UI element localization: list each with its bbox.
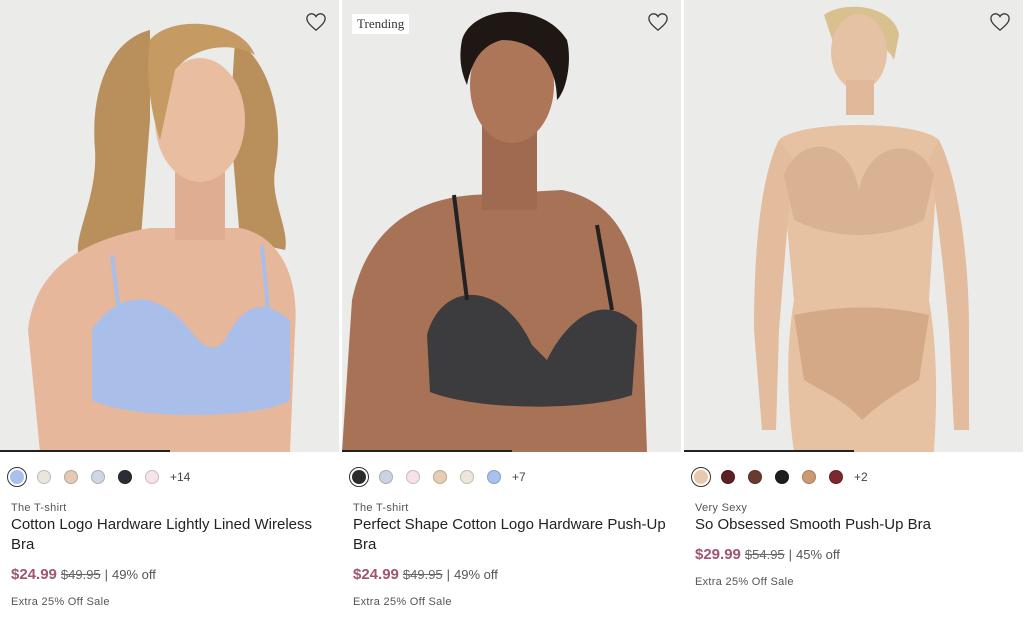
color-swatch[interactable] [349,467,369,487]
color-swatch[interactable] [118,470,132,484]
product-image[interactable] [684,0,1023,452]
more-colors-link[interactable]: +2 [854,470,868,484]
product-name[interactable]: Cotton Logo Hardware Lightly Lined Wirel… [11,515,329,555]
color-swatch[interactable] [145,470,159,484]
color-swatch[interactable] [775,470,789,484]
price-separator: | [104,567,109,582]
promo-text: Extra 25% Off Sale [353,596,452,608]
color-swatch[interactable] [721,470,735,484]
color-swatch[interactable] [37,470,51,484]
sale-price: $24.99 [11,566,57,583]
color-swatch[interactable] [802,470,816,484]
pricing: $29.99 $54.95 | 45% off [695,546,1023,563]
original-price: $49.95 [402,567,443,582]
product-grid: +14 The T-shirt Cotton Logo Hardware Lig… [0,0,1024,621]
color-swatch[interactable] [64,470,78,484]
image-carousel-indicator [0,450,170,452]
color-swatch[interactable] [487,470,501,484]
discount-label: 45% off [796,547,840,562]
discount-label: 49% off [454,567,498,582]
promo-text: Extra 25% Off Sale [695,576,794,588]
sale-price: $24.99 [353,566,399,583]
color-swatch[interactable] [406,470,420,484]
color-swatch[interactable] [829,470,843,484]
color-swatch[interactable] [460,470,474,484]
more-colors-link[interactable]: +7 [512,470,526,484]
color-swatch[interactable] [433,470,447,484]
wishlist-heart-icon[interactable] [647,12,669,32]
sale-price: $29.99 [695,546,741,563]
product-name[interactable]: Perfect Shape Cotton Logo Hardware Push-… [353,515,671,555]
wishlist-heart-icon[interactable] [989,12,1011,32]
image-carousel-indicator [684,450,854,452]
pricing: $24.99 $49.95 | 49% off [353,566,681,583]
collection-label: The T-shirt [353,502,409,514]
color-swatch[interactable] [691,467,711,487]
color-swatch[interactable] [91,470,105,484]
collection-label: Very Sexy [695,502,748,514]
pricing: $24.99 $49.95 | 49% off [11,566,339,583]
price-separator: | [788,547,793,562]
product-card[interactable]: Trending +7 The T-shirt Perfect Shape Co… [342,0,681,621]
collection-label: The T-shirt [11,502,67,514]
promo-text: Extra 25% Off Sale [11,596,110,608]
product-image[interactable]: Trending [342,0,681,452]
color-swatch[interactable] [379,470,393,484]
color-swatches: +2 [684,452,1023,489]
original-price: $54.95 [744,547,785,562]
color-swatches: +7 [342,452,681,489]
trending-badge: Trending [352,14,410,34]
model-photo [0,0,339,452]
model-photo [684,0,1023,452]
wishlist-heart-icon[interactable] [305,12,327,32]
image-carousel-indicator [342,450,512,452]
product-image[interactable] [0,0,339,452]
product-name[interactable]: So Obsessed Smooth Push-Up Bra [695,515,1013,535]
color-swatch[interactable] [748,470,762,484]
model-photo [342,0,681,452]
product-card[interactable]: +14 The T-shirt Cotton Logo Hardware Lig… [0,0,339,621]
color-swatch[interactable] [7,467,27,487]
color-swatches: +14 [0,452,339,489]
original-price: $49.95 [60,567,101,582]
product-card[interactable]: +2 Very Sexy So Obsessed Smooth Push-Up … [684,0,1023,621]
discount-label: 49% off [112,567,156,582]
more-colors-link[interactable]: +14 [170,470,190,484]
price-separator: | [446,567,451,582]
